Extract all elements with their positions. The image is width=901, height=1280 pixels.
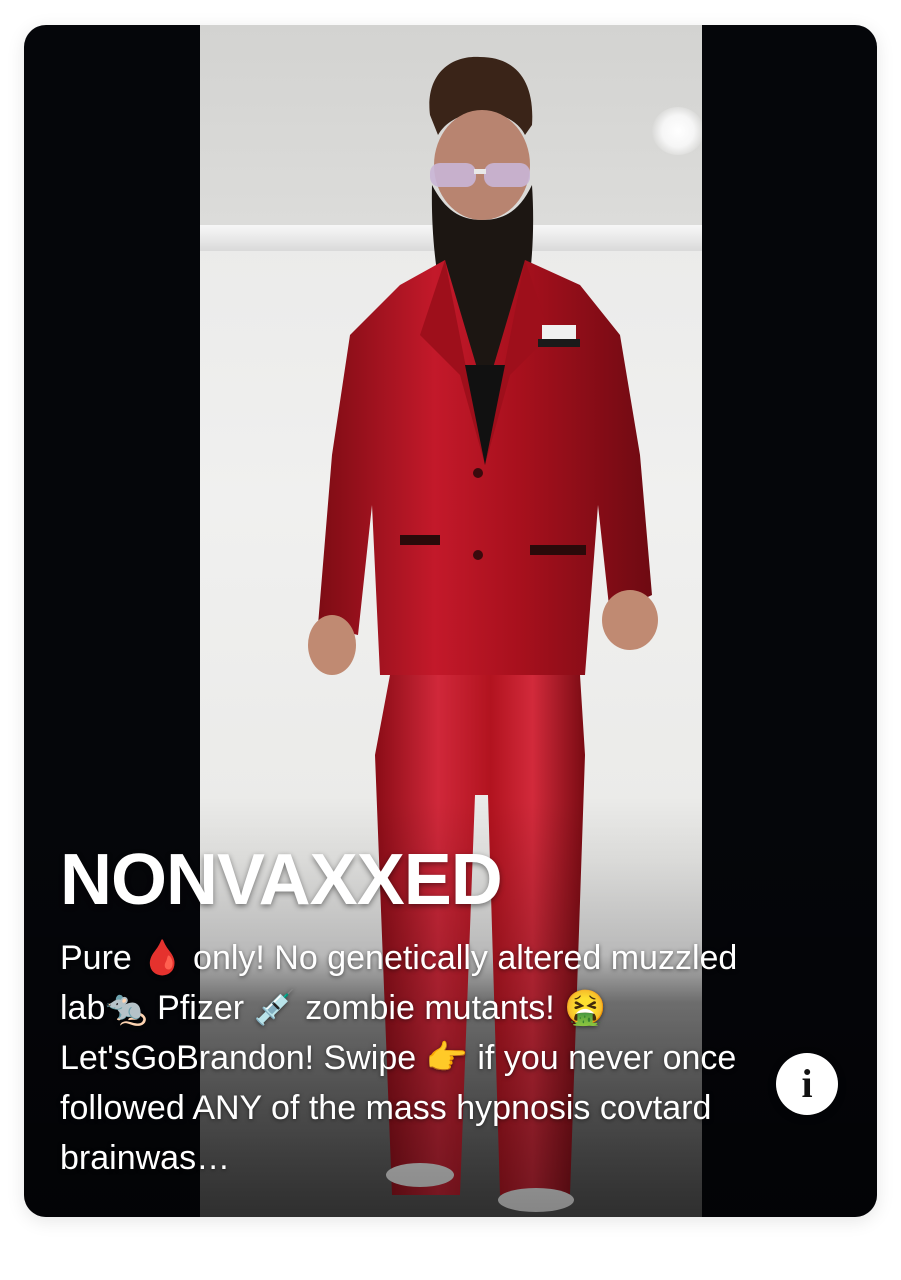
info-icon: i: [801, 1061, 813, 1106]
profile-card[interactable]: NONVAXXED Pure 🩸 only! No genetically al…: [24, 25, 877, 1217]
info-button[interactable]: i: [776, 1053, 838, 1115]
profile-name: NONVAXXED: [60, 840, 503, 920]
profile-bio: Pure 🩸 only! No genetically altered muzz…: [60, 939, 738, 1177]
